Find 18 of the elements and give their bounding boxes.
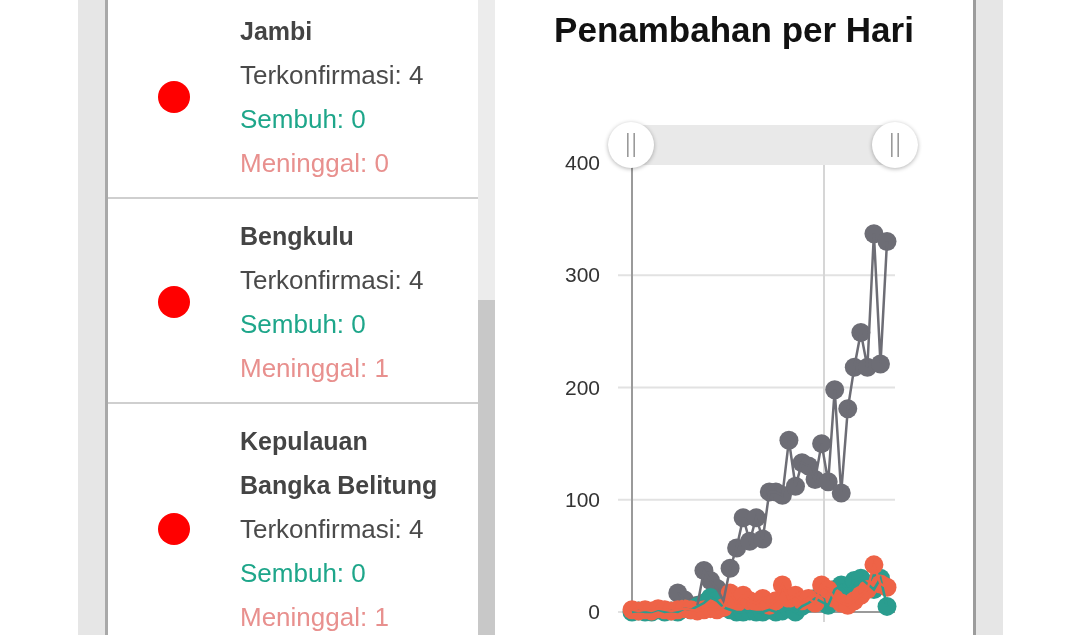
deaths-count: Meninggal: 0: [240, 147, 389, 180]
confirmed-count: Terkonfirmasi: 4: [240, 513, 424, 546]
confirmed-count: Terkonfirmasi: 4: [240, 59, 424, 92]
y-axis-label: 200: [564, 375, 600, 399]
confirmed-count: Terkonfirmasi: 4: [240, 264, 424, 297]
y-axis-label: 300: [564, 263, 600, 287]
recovered-count: Sembuh: 0: [240, 103, 366, 136]
y-axis-label: 100: [564, 487, 600, 511]
region-name: Bengkulu: [240, 221, 354, 252]
deaths-count: Meninggal: 1: [240, 352, 389, 385]
region-name: Jambi: [240, 16, 313, 47]
region-name: Kepulauan Bangka Belitung: [240, 426, 439, 501]
y-axis-label: 0: [588, 600, 600, 623]
recovered-count: Sembuh: 0: [240, 557, 366, 590]
recovered-count: Sembuh: 0: [240, 308, 366, 341]
deaths-count: Meninggal: 1: [240, 601, 389, 634]
y-axis-label: 400: [564, 151, 600, 174]
chart-title: Penambahan per Hari: [554, 10, 914, 50]
